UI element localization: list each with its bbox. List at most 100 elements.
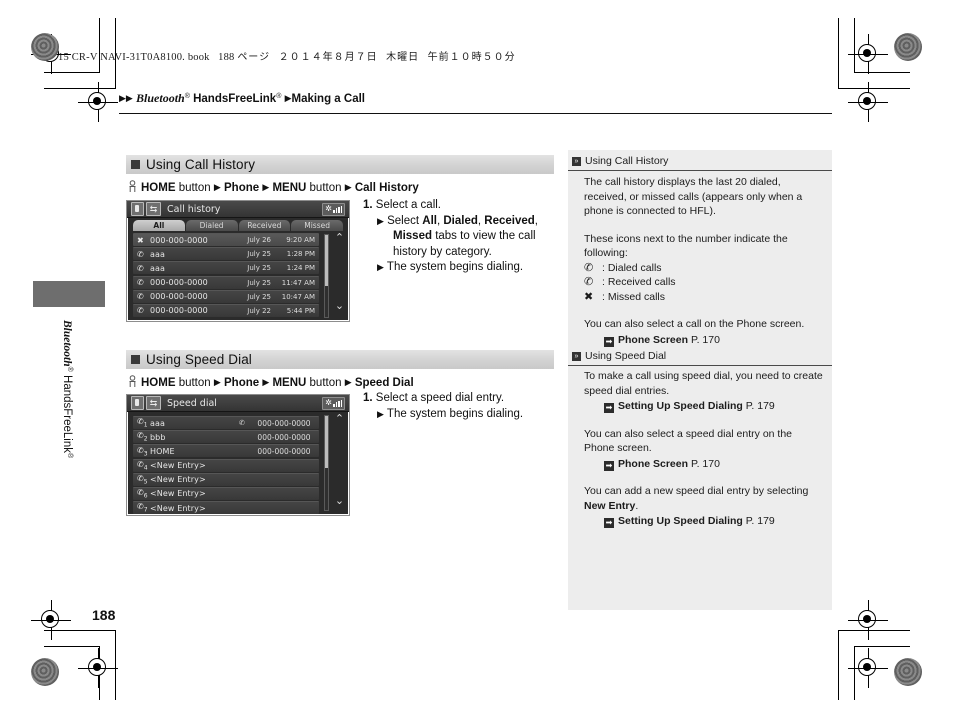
hand-press-icon xyxy=(128,375,137,388)
call-number: aaa xyxy=(150,249,166,259)
table-row[interactable]: ✆ 000-000-0000 July 25 10:47 AM xyxy=(133,289,319,303)
instructions-call-history: 1. Select a call. ▶ Select All, Dialed, … xyxy=(363,199,538,273)
book-weekday: 木曜日 xyxy=(386,52,420,63)
step-bullet-dialing: The system begins dialing. xyxy=(386,407,524,420)
scrollbar[interactable] xyxy=(324,415,329,511)
note-paragraph: You can also select a call on the Phone … xyxy=(584,318,805,330)
note-body-call-history: The call history displays the last 20 di… xyxy=(584,175,824,347)
menu-path-call-history: HOME button ▶ Phone ▶ MENU button ▶ Call… xyxy=(128,178,419,194)
registration-mark xyxy=(848,600,888,640)
bluetooth-icon: ✲ xyxy=(325,398,332,407)
path-menu: MENU xyxy=(272,377,307,389)
step-text: Select a speed dial entry. xyxy=(375,392,505,404)
tab-received[interactable]: Received xyxy=(238,220,291,231)
section-vertical-label: Bluetooth® HandsFreeLink® xyxy=(61,320,73,520)
color-target-dot xyxy=(31,658,59,686)
path-phone: Phone xyxy=(224,377,260,389)
speed-dial-name: HOME xyxy=(150,446,175,456)
list-item[interactable]: ✆3 HOME 000-000-0000 xyxy=(133,444,319,458)
path-phone: Phone xyxy=(224,182,260,194)
dialed-call-icon: ✆ xyxy=(137,249,144,259)
note-paragraph: You can add a new speed dial entry by se… xyxy=(584,484,824,513)
note-divider xyxy=(568,170,832,171)
scroll-down-icon[interactable]: ⌄ xyxy=(333,496,346,507)
table-row[interactable]: ✖ 000-000-0000 July 26 9:20 AM xyxy=(133,233,319,246)
tab-missed[interactable]: Missed xyxy=(291,220,343,231)
legend-item-dialed: ✆: Dialed calls xyxy=(584,261,662,274)
breadcrumb-item-bluetooth: Bluetooth xyxy=(136,91,185,105)
call-date: July 25 xyxy=(247,278,271,287)
section-heading-call-history: Using Call History xyxy=(126,155,554,174)
cross-reference[interactable]: ➡ Phone Screen P. 170 xyxy=(604,457,824,472)
table-row[interactable]: ✆ 000-000-0000 July 25 11:47 AM xyxy=(133,275,319,289)
list-item[interactable]: ✆5 <New Entry> xyxy=(133,472,319,486)
missed-call-icon: ✖ xyxy=(584,290,594,303)
list-item[interactable]: ✆6 <New Entry> xyxy=(133,486,319,500)
book-date: ２０１４年８月７日 xyxy=(278,52,378,63)
table-row[interactable]: ✆ 000-000-0000 July 22 5:44 PM xyxy=(133,303,319,317)
registration-mark xyxy=(848,34,888,74)
tab-all[interactable]: All xyxy=(133,220,185,231)
speed-dial-1-icon: ✆1 xyxy=(137,417,148,429)
cross-reference[interactable]: ➡ Phone Screen P. 170 xyxy=(604,333,824,348)
scrollbar[interactable] xyxy=(324,234,329,318)
step-number: 1. xyxy=(363,392,373,404)
status-indicators: ✲ xyxy=(322,396,345,410)
call-date: July 25 xyxy=(247,250,271,259)
call-time: 9:20 AM xyxy=(286,236,315,244)
call-number: 000-000-0000 xyxy=(150,292,208,302)
bullet-arrow-icon: ▶ xyxy=(377,262,384,272)
cross-reference[interactable]: ➡ Setting Up Speed Dialing P. 179 xyxy=(604,399,824,414)
cross-reference[interactable]: ➡ Setting Up Speed Dialing P. 179 xyxy=(604,514,824,529)
received-call-icon: ✆ xyxy=(584,276,594,288)
note-heading-text: Using Speed Dial xyxy=(585,350,667,362)
speed-dial-number: 000-000-0000 xyxy=(257,446,311,456)
phone-icon[interactable] xyxy=(131,396,144,410)
color-target-dot xyxy=(894,658,922,686)
book-page-unit: ページ xyxy=(237,52,271,63)
registration-mark xyxy=(78,82,118,122)
note-icon-legend: ✆: Dialed calls ✆: Received calls ✖: Mis… xyxy=(584,261,824,305)
path-menu-suffix: button xyxy=(306,377,342,389)
scroll-up-icon[interactable]: ⌃ xyxy=(333,414,346,425)
call-number: 000-000-0000 xyxy=(150,235,208,245)
instructions-speed-dial: 1. Select a speed dial entry. ▶ The syst… xyxy=(363,391,563,422)
path-speed-dial: Speed Dial xyxy=(354,377,414,389)
phone-icon[interactable] xyxy=(131,202,144,216)
back-icon[interactable]: ⇆ xyxy=(146,202,161,216)
path-arrow-icon: ▶ xyxy=(213,377,221,387)
menu-path-speed-dial: HOME button ▶ Phone ▶ MENU button ▶ Spee… xyxy=(128,373,414,389)
list-item[interactable]: ✆2 bbb 000-000-0000 xyxy=(133,430,319,444)
reference-page: P. 179 xyxy=(742,400,775,412)
color-target-dot xyxy=(894,33,922,61)
table-row[interactable]: ✆ aaa July 25 1:24 PM xyxy=(133,261,319,275)
note-paragraph: You can also select a speed dial entry o… xyxy=(584,427,793,455)
list-item[interactable]: ✆7 <New Entry> xyxy=(133,501,319,515)
call-number: aaa xyxy=(150,263,166,273)
call-date: July 25 xyxy=(247,264,271,273)
section-thumb-tab xyxy=(33,281,105,307)
table-row[interactable]: ✆ aaa July 25 1:28 PM xyxy=(133,247,319,261)
bluetooth-icon: ✲ xyxy=(325,204,332,213)
path-home: HOME xyxy=(141,182,176,194)
speed-dial-number: 000-000-0000 xyxy=(257,432,311,442)
note-body-speed-dial: To make a call using speed dial, you nee… xyxy=(584,369,824,529)
back-icon[interactable]: ⇆ xyxy=(146,396,161,410)
speed-dial-list: ✆1 aaa ✆ 000-000-0000 ✆2 bbb 000-000-000… xyxy=(127,412,349,515)
call-time: 11:47 AM xyxy=(281,278,315,287)
scroll-down-icon[interactable]: ⌄ xyxy=(333,301,346,312)
screenshot-speed-dial: ⇆ Speed dial ✲ ✆1 aaa ✆ 000-000-0000 ✆2 … xyxy=(126,394,350,516)
note-paragraph: To make a call using speed dial, you nee… xyxy=(584,370,823,397)
side-label-bluetooth: Bluetooth xyxy=(61,320,73,367)
path-arrow-icon: ▶ xyxy=(344,377,352,387)
speed-dial-name: aaa xyxy=(150,418,166,428)
tab-dialed[interactable]: Dialed xyxy=(185,220,238,231)
reference-title: Setting Up Speed Dialing xyxy=(618,400,743,412)
scroll-up-icon[interactable]: ⌃ xyxy=(333,233,346,244)
list-item[interactable]: ✆1 aaa ✆ 000-000-0000 xyxy=(133,416,319,429)
call-time: 1:28 PM xyxy=(286,250,315,259)
bullet-arrow-icon: ▶ xyxy=(377,215,384,226)
section-heading-speed-dial: Using Speed Dial xyxy=(126,350,554,369)
reference-arrow-icon: ➡ xyxy=(604,403,614,413)
list-item[interactable]: ✆4 <New Entry> xyxy=(133,458,319,472)
